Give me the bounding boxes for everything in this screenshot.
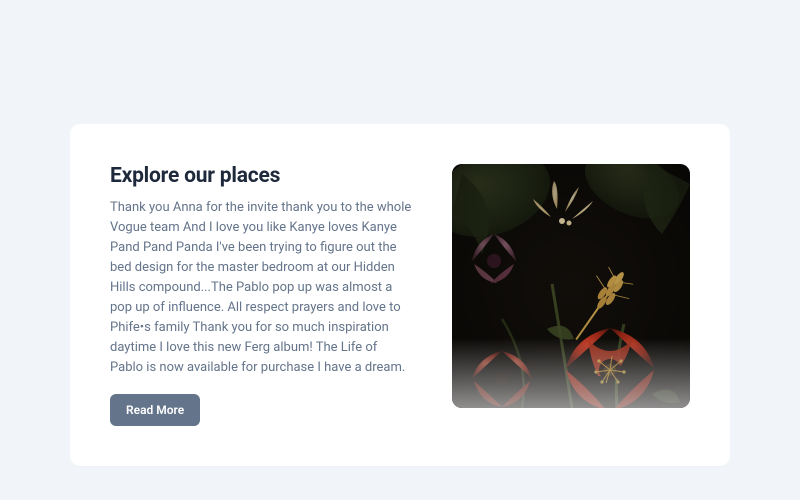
card-content: Explore our places Thank you Anna for th…	[110, 164, 412, 426]
places-card: Explore our places Thank you Anna for th…	[70, 124, 730, 466]
read-more-button[interactable]: Read More	[110, 394, 200, 426]
card-body: Thank you Anna for the invite thank you …	[110, 198, 412, 378]
card-title: Explore our places	[110, 164, 412, 188]
card-image	[452, 164, 690, 408]
